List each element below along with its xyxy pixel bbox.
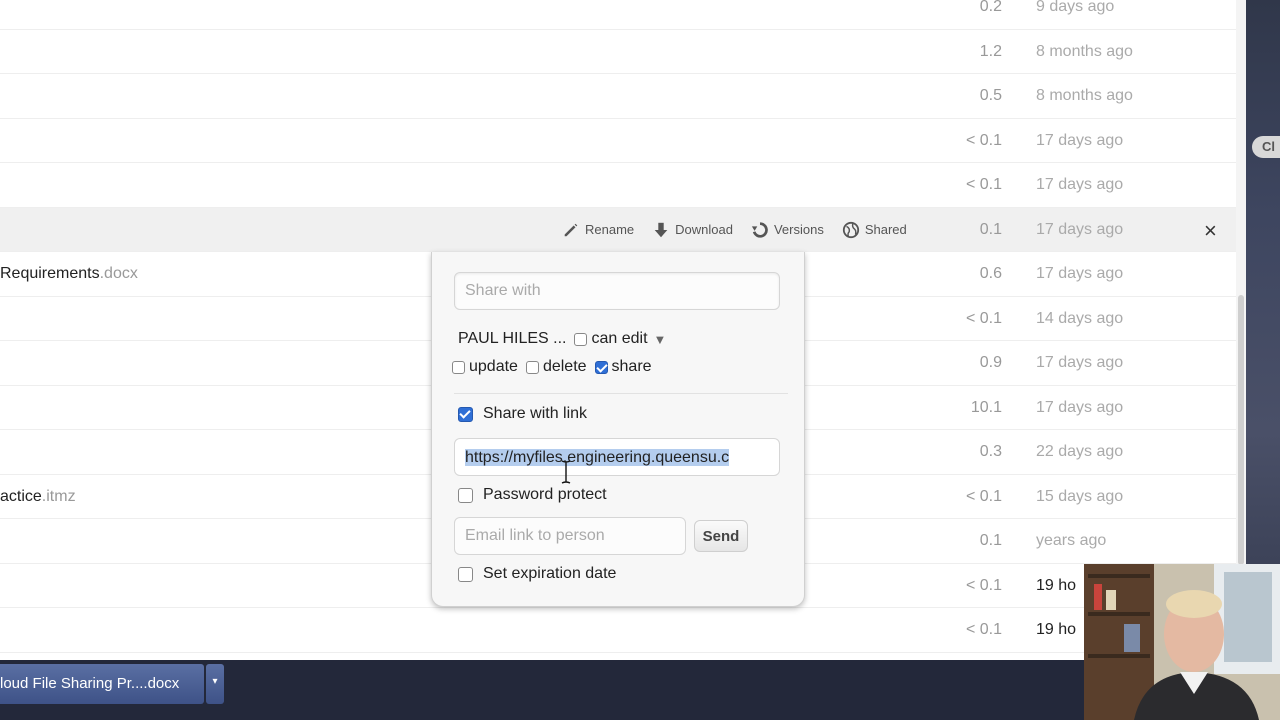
file-size: 0.3 (979, 443, 1002, 460)
file-modified: 22 days ago (1036, 443, 1124, 460)
file-size: 0.9 (979, 354, 1002, 371)
row-actions: Rename Download Versions Shared (562, 208, 907, 252)
download-arrow-icon (654, 222, 668, 237)
file-modified: 17 days ago (1036, 265, 1124, 282)
password-protect-checkbox[interactable] (458, 487, 473, 503)
can-edit-label: can edit (591, 330, 648, 347)
file-size: < 0.1 (965, 487, 1002, 505)
file-size: 0.2 (979, 0, 1002, 15)
file-row[interactable]: < 0.1 17 days ago (0, 163, 1236, 208)
share-link-url: https://myfiles.engineering.queensu.c (465, 449, 730, 466)
send-button[interactable]: Send (694, 520, 748, 552)
pencil-icon (564, 223, 578, 236)
versions-action[interactable]: Versions (751, 221, 824, 239)
can-edit-checkbox[interactable] (574, 332, 588, 346)
expiration-label: Set expiration date (483, 565, 617, 582)
share-user-name: PAUL HILES ... (458, 330, 567, 347)
shared-label: Shared (864, 222, 907, 237)
update-checkbox[interactable] (452, 360, 465, 374)
file-size: 0.1 (979, 532, 1002, 549)
file-row[interactable]: < 0.1 19 ho (0, 608, 1236, 653)
file-size: < 0.1 (965, 131, 1002, 149)
versions-label: Versions (773, 222, 824, 237)
password-protect-row: Password protect (458, 486, 607, 504)
file-modified: 19 ho (1036, 621, 1077, 638)
file-modified: 9 days ago (1036, 0, 1115, 15)
file-row[interactable]: 0.5 8 months ago (0, 74, 1236, 119)
file-modified: years ago (1036, 532, 1107, 549)
file-size: 0.1 (979, 220, 1002, 238)
file-name-base: Requirements (0, 265, 100, 282)
close-icon[interactable]: × (1204, 218, 1217, 244)
expiration-checkbox[interactable] (458, 566, 473, 582)
file-modified: 17 days ago (1036, 176, 1124, 193)
webcam-image (1084, 564, 1280, 720)
share-checkbox[interactable] (594, 360, 608, 374)
permissions-row: update delete share (452, 358, 652, 376)
file-size: 0.5 (979, 87, 1002, 104)
file-size: 10.1 (970, 398, 1002, 416)
email-link-input[interactable] (454, 517, 686, 555)
shared-action[interactable]: Shared (842, 221, 907, 239)
file-name[interactable]: Requirements.docx (0, 252, 138, 296)
download-item[interactable]: loud File Sharing Pr....docx (0, 664, 204, 704)
file-modified: 14 days ago (1036, 309, 1124, 327)
file-row[interactable]: 1.2 8 months ago (0, 30, 1236, 74)
file-row[interactable]: 0.2 9 days ago (0, 0, 1236, 30)
download-action[interactable]: Download (652, 221, 733, 239)
webcam-overlay (1084, 564, 1280, 720)
download-menu-chevron-icon[interactable]: ▾ (206, 664, 224, 704)
rename-label: Rename (585, 222, 635, 237)
share-label: share (611, 358, 652, 375)
file-size: < 0.1 (965, 309, 1002, 327)
delete-label: delete (542, 358, 587, 375)
password-protect-label: Password protect (483, 486, 607, 503)
file-modified: 8 months ago (1036, 42, 1133, 60)
file-modified: 17 days ago (1036, 220, 1124, 238)
file-size: 0.6 (979, 265, 1002, 282)
scrollbar-thumb[interactable] (1238, 295, 1244, 565)
file-extension: .itmz (41, 487, 76, 505)
text-cursor-icon (561, 460, 571, 484)
share-with-input[interactable] (454, 272, 780, 310)
share-link-field[interactable]: https://myfiles.engineering.queensu.c (454, 438, 780, 476)
file-modified: 17 days ago (1036, 354, 1124, 371)
file-modified: 8 months ago (1036, 87, 1133, 104)
permissions-caret-icon[interactable]: ▼ (654, 332, 667, 347)
file-size: < 0.1 (965, 176, 1002, 193)
file-name[interactable]: actice.itmz (0, 475, 76, 519)
share-with-link-label: Share with link (483, 405, 588, 422)
download-label: Download (675, 222, 733, 237)
file-modified: 17 days ago (1036, 131, 1124, 149)
expiration-row: Set expiration date (458, 565, 616, 583)
globe-icon (842, 221, 859, 238)
file-modified: 17 days ago (1036, 398, 1124, 416)
file-row[interactable]: < 0.1 17 days ago (0, 119, 1236, 163)
file-name-base: actice (0, 487, 42, 505)
divider (454, 393, 788, 394)
history-icon (751, 221, 768, 238)
share-with-link-checkbox[interactable] (458, 406, 473, 422)
share-dropdown: PAUL HILES ... can edit ▼ update delete … (431, 252, 805, 607)
file-size: 1.2 (979, 42, 1002, 60)
share-user-row: PAUL HILES ... can edit ▼ (458, 330, 666, 348)
delete-checkbox[interactable] (525, 360, 539, 374)
update-label: update (469, 358, 518, 375)
share-with-link-row: Share with link (458, 405, 587, 423)
file-modified: 15 days ago (1036, 487, 1124, 505)
rename-action[interactable]: Rename (562, 221, 634, 239)
file-modified: 19 ho (1036, 576, 1077, 594)
desktop-chip[interactable]: Cl (1252, 136, 1280, 158)
file-size: < 0.1 (965, 621, 1002, 638)
file-size: < 0.1 (965, 576, 1002, 594)
file-extension: .docx (99, 265, 138, 282)
file-row[interactable]: 0.1 17 days ago Rename Download Versions… (0, 207, 1236, 252)
